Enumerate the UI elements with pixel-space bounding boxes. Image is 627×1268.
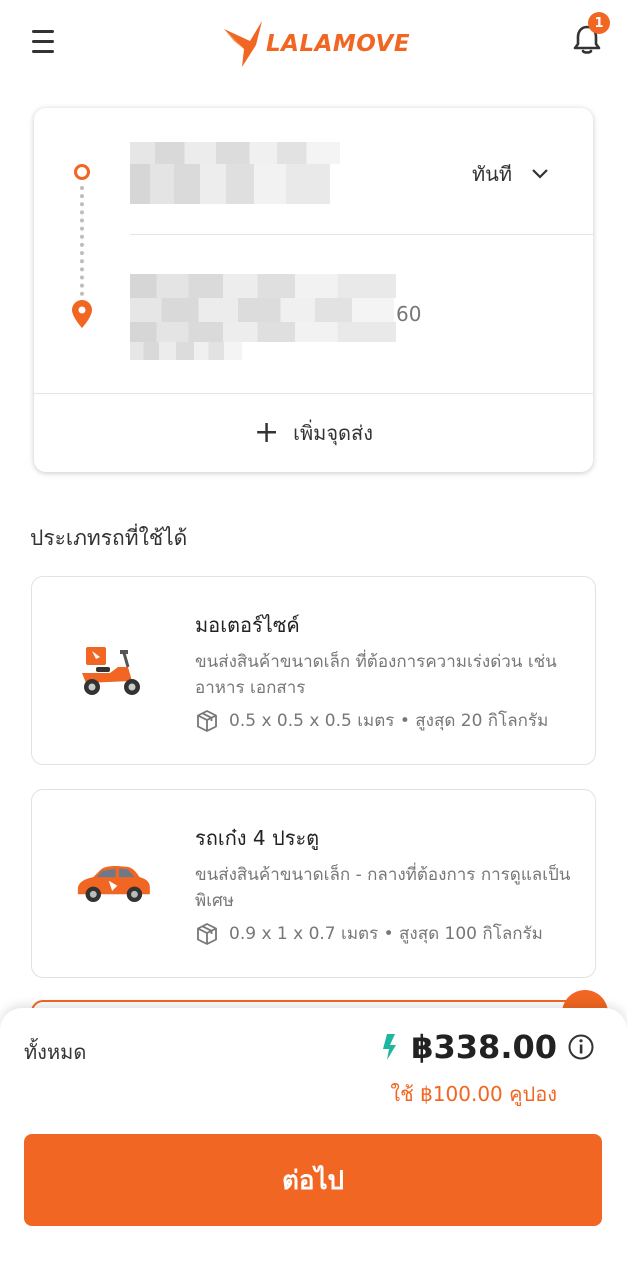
chevron-down-icon <box>532 169 548 179</box>
drop-pin-icon <box>72 300 92 328</box>
next-button[interactable]: ต่อไป <box>24 1134 602 1226</box>
pickup-address-redacted-line2[interactable] <box>130 164 330 204</box>
vehicle-spec-text: 0.5 x 0.5 x 0.5 เมตร • สูงสุด 20 กิโลกรั… <box>229 711 549 731</box>
divider <box>130 234 593 235</box>
vehicle-description: ขนส่งสินค้าขนาดเล็ก ที่ต้องการความเร่งด่… <box>195 652 557 698</box>
drop-address-redacted[interactable] <box>130 274 396 298</box>
notification-badge: 1 <box>588 12 610 34</box>
order-summary-sheet: ทั้งหมด ฿338.00 ใช้ ฿100.00 คูปอง ต่อไป <box>0 1008 627 1268</box>
box-icon <box>197 922 217 945</box>
route-connector <box>80 186 84 304</box>
info-icon[interactable] <box>567 1033 595 1061</box>
drop-address-tail: 60 <box>396 302 422 326</box>
price-row: ฿338.00 <box>379 1028 595 1066</box>
vehicle-name: รถเก๋ง 4 ประตู <box>195 826 320 850</box>
app-header: LALAMOVE 1 <box>0 0 627 90</box>
route-card: ทันที 60 + เพิ่มจุดส่ง <box>34 108 593 472</box>
total-price: ฿338.00 <box>411 1028 557 1066</box>
vehicle-card-sedan[interactable]: รถเก๋ง 4 ประตู ขนส่งสินค้าขนาดเล็ก - กลา… <box>31 789 596 978</box>
pickup-time-selector[interactable]: ทันที <box>472 158 548 190</box>
vehicle-card-motorcycle[interactable]: มอเตอร์ไซค์ ขนส่งสินค้าขนาดเล็ก ที่ต้องก… <box>31 576 596 765</box>
total-label: ทั้งหมด <box>24 1040 87 1064</box>
lalamove-bird-icon <box>224 21 262 67</box>
vehicle-spec: 0.9 x 1 x 0.7 เมตร • สูงสุด 100 กิโลกรัม <box>195 920 543 947</box>
drop-address-redacted-line2[interactable] <box>130 298 394 322</box>
vehicle-description: ขนส่งสินค้าขนาดเล็ก - กลางที่ต้องการ การ… <box>195 865 571 911</box>
plus-icon: + <box>253 415 280 450</box>
discount-arrow-icon <box>383 1034 397 1060</box>
motorcycle-icon <box>82 647 140 695</box>
add-stop-button[interactable]: + เพิ่มจุดส่ง <box>34 394 593 472</box>
drop-address-redacted-line3[interactable] <box>130 322 396 342</box>
sedan-icon <box>77 866 150 902</box>
coupon-link[interactable]: ใช้ ฿100.00 คูปอง <box>390 1078 557 1110</box>
logo-text: LALAMOVE <box>266 31 411 57</box>
box-icon <box>197 709 217 732</box>
pickup-time-label: ทันที <box>472 162 513 186</box>
vehicle-section-title: ประเภทรถที่ใช้ได้ <box>30 526 188 550</box>
menu-icon[interactable] <box>32 30 56 56</box>
drop-address-redacted-line4[interactable] <box>130 342 242 360</box>
pickup-marker-icon <box>74 164 90 180</box>
add-stop-label: เพิ่มจุดส่ง <box>293 421 374 445</box>
pickup-address-redacted[interactable] <box>130 142 340 164</box>
lalamove-logo: LALAMOVE <box>222 18 410 70</box>
vehicle-name: มอเตอร์ไซค์ <box>195 613 300 637</box>
vehicle-spec: 0.5 x 0.5 x 0.5 เมตร • สูงสุด 20 กิโลกรั… <box>195 707 548 734</box>
notification-bell[interactable]: 1 <box>570 12 610 58</box>
vehicle-spec-text: 0.9 x 1 x 0.7 เมตร • สูงสุด 100 กิโลกรัม <box>229 924 543 944</box>
